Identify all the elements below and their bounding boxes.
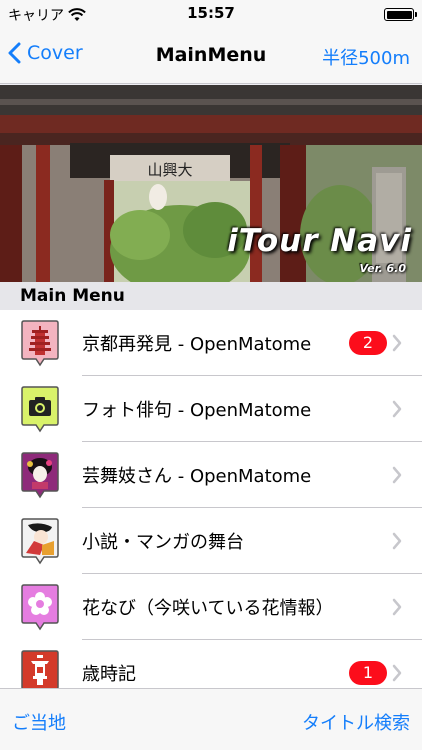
flower-icon: [21, 584, 59, 631]
menu-list: 京都再発見 - OpenMatome 2 フォト俳句 - OpenMatome …: [0, 310, 422, 688]
menu-item-novel-manga[interactable]: 小説・マンガの舞台: [0, 508, 422, 574]
menu-item-label: 小説・マンガの舞台: [82, 532, 244, 553]
menu-item-label: 芸舞妓さん - OpenMatome: [82, 466, 312, 487]
battery-icon: [384, 8, 417, 21]
chevron-left-icon: [8, 42, 21, 64]
menu-item-hana-navi[interactable]: 花なび（今咲いている花情報）: [0, 574, 422, 640]
local-area-button[interactable]: ご当地: [12, 709, 66, 735]
chevron-right-icon: [392, 466, 402, 484]
section-header: Main Menu: [0, 282, 422, 310]
menu-item-photo-haiku[interactable]: フォト俳句 - OpenMatome: [0, 376, 422, 442]
maiko-icon: [21, 452, 59, 499]
svg-text:山興大: 山興大: [147, 161, 192, 179]
lantern-icon: [21, 650, 59, 688]
menu-item-label: 京都再発見 - OpenMatome: [82, 334, 312, 355]
manga-icon: [21, 518, 59, 565]
camera-icon: [21, 386, 59, 433]
chevron-right-icon: [392, 334, 402, 352]
status-bar: キャリア 15:57: [0, 0, 422, 28]
back-button-label: Cover: [27, 42, 83, 64]
menu-item-geimaiko[interactable]: 芸舞妓さん - OpenMatome: [0, 442, 422, 508]
notification-badge: 2: [349, 331, 387, 355]
chevron-right-icon: [392, 532, 402, 550]
radius-button[interactable]: 半径500m: [322, 44, 410, 70]
banner-title: iTour Navi: [227, 223, 412, 259]
menu-item-label: 歳時記: [82, 664, 136, 685]
menu-item-saijiki[interactable]: 歳時記 1: [0, 640, 422, 688]
back-button[interactable]: Cover: [8, 42, 83, 64]
chevron-right-icon: [392, 598, 402, 616]
chevron-right-icon: [392, 400, 402, 418]
menu-item-label: フォト俳句 - OpenMatome: [82, 400, 312, 421]
navigation-bar: Cover MainMenu 半径500m: [0, 28, 422, 84]
pagoda-icon: [21, 320, 59, 367]
chevron-right-icon: [392, 664, 402, 682]
menu-item-label: 花なび（今咲いている花情報）: [82, 598, 334, 619]
menu-item-kyoto-saihakken[interactable]: 京都再発見 - OpenMatome 2: [0, 310, 422, 376]
bottom-toolbar: ご当地 タイトル検索: [0, 688, 422, 750]
banner: 山興大 iTour Navi Ver. 6.0: [0, 85, 422, 282]
banner-version: Ver. 6.0: [359, 262, 406, 275]
status-time: 15:57: [187, 4, 235, 22]
notification-badge: 1: [349, 661, 387, 685]
title-search-button[interactable]: タイトル検索: [302, 709, 410, 735]
